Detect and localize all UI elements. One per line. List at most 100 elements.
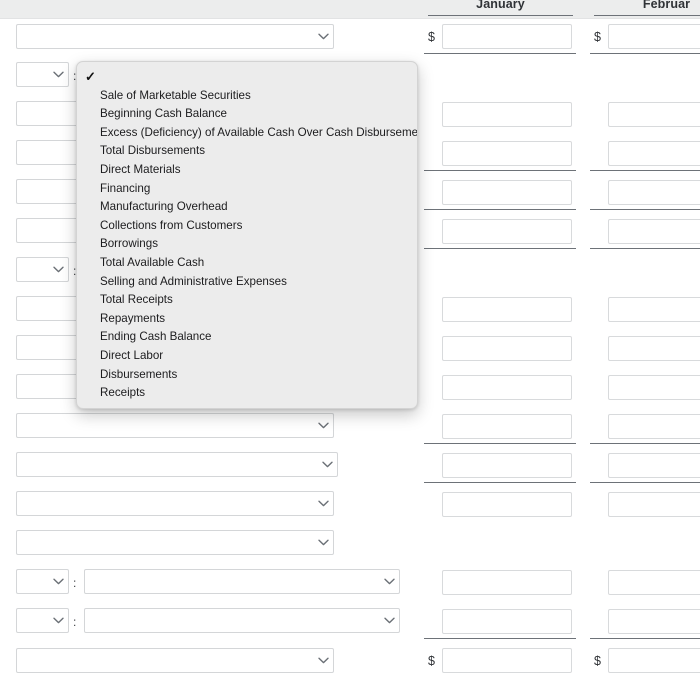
subtotal-rule (424, 209, 576, 210)
subtotal-rule (590, 170, 700, 171)
amount-input-february-row-15[interactable] (608, 570, 700, 595)
dropdown-option[interactable]: Direct Materials (77, 161, 417, 180)
label-select-row-15-account[interactable] (84, 569, 400, 594)
label-select-dropdown-menu[interactable]: ✓ Sale of Marketable Securities Beginning … (76, 61, 418, 409)
amount-input-february-row-13[interactable] (608, 492, 700, 517)
dropdown-option-label: Disbursements (100, 367, 178, 381)
amount-input-february-row-16[interactable] (608, 609, 700, 634)
subtotal-rule (424, 638, 576, 639)
subtotal-rule (424, 443, 576, 444)
dropdown-option[interactable]: Financing (77, 180, 417, 199)
dropdown-option[interactable]: Total Available Cash (77, 254, 417, 273)
amount-input-january-row-1[interactable] (442, 24, 572, 49)
subtotal-rule (590, 482, 700, 483)
amount-input-january-row-16[interactable] (442, 609, 572, 634)
amount-input-january-row-3[interactable] (442, 102, 572, 127)
amount-input-january-row-9[interactable] (442, 336, 572, 361)
row-separator-colon: : (73, 576, 77, 590)
dropdown-option-label: Borrowings (100, 237, 158, 251)
dropdown-option-label: Ending Cash Balance (100, 330, 212, 344)
dropdown-option[interactable]: Borrowings (77, 235, 417, 254)
subtotal-rule (590, 248, 700, 249)
label-select-row-16-account[interactable] (84, 608, 400, 633)
column-header-january: January (476, 0, 525, 11)
dropdown-option[interactable]: Excess (Deficiency) of Available Cash Ov… (77, 124, 417, 143)
dropdown-option-label: Direct Materials (100, 162, 181, 176)
amount-input-january-row-17[interactable] (442, 648, 572, 673)
amount-input-february-row-8[interactable] (608, 297, 700, 322)
subtotal-rule (424, 53, 576, 54)
currency-symbol-february-row-1: $ (594, 30, 601, 44)
dropdown-option[interactable]: Repayments (77, 310, 417, 329)
dropdown-option-label: Repayments (100, 311, 166, 325)
column-header-february: Februar (642, 0, 691, 11)
dropdown-option-label: Financing (100, 181, 151, 195)
amount-input-january-row-10[interactable] (442, 375, 572, 400)
dropdown-option[interactable]: Selling and Administrative Expenses (77, 273, 417, 292)
amount-input-february-row-11[interactable] (608, 414, 700, 439)
budget-worksheet: January Februar : ::: $ $ $ $ ✓ Sale o… (0, 0, 700, 675)
subtotal-rule (590, 209, 700, 210)
amount-input-february-row-6[interactable] (608, 219, 700, 244)
dropdown-option-label: Total Available Cash (100, 255, 205, 269)
dropdown-option[interactable]: Total Disbursements (77, 142, 417, 161)
label-select-row-1[interactable] (16, 24, 334, 49)
label-select-row-16-qualifier[interactable] (16, 608, 69, 633)
amount-input-february-row-9[interactable] (608, 336, 700, 361)
row-separator-colon: : (73, 615, 77, 629)
dropdown-option[interactable]: Manufacturing Overhead (77, 198, 417, 217)
label-select-row-17[interactable] (16, 648, 334, 673)
subtotal-rule (590, 638, 700, 639)
currency-symbol-january-row-1: $ (428, 30, 435, 44)
amount-input-january-row-4[interactable] (442, 141, 572, 166)
dropdown-option[interactable]: ✓ (77, 68, 417, 87)
dropdown-option-label: Receipts (100, 386, 146, 400)
amount-input-february-row-17[interactable] (608, 648, 700, 673)
label-select-row-12[interactable] (16, 452, 338, 477)
amount-input-january-row-15[interactable] (442, 570, 572, 595)
label-select-row-2-qualifier[interactable] (16, 62, 69, 87)
amount-input-january-row-6[interactable] (442, 219, 572, 244)
dropdown-option-label: Beginning Cash Balance (100, 107, 227, 121)
label-select-row-13[interactable] (16, 491, 334, 516)
dropdown-option-label: Direct Labor (100, 348, 164, 362)
dropdown-option[interactable]: Disbursements (77, 366, 417, 385)
label-select-row-15-qualifier[interactable] (16, 569, 69, 594)
subtotal-rule (590, 53, 700, 54)
dropdown-option-label: Total Receipts (100, 293, 173, 307)
dropdown-option[interactable]: Receipts (77, 384, 417, 403)
amount-input-february-row-4[interactable] (608, 141, 700, 166)
dropdown-option[interactable]: Sale of Marketable Securities (77, 87, 417, 106)
dropdown-option[interactable]: Beginning Cash Balance (77, 105, 417, 124)
label-select-row-7-qualifier[interactable] (16, 257, 69, 282)
amount-input-february-row-10[interactable] (608, 375, 700, 400)
dropdown-option-label: Total Disbursements (100, 144, 206, 158)
dropdown-option-label: Collections from Customers (100, 218, 243, 232)
check-icon: ✓ (85, 69, 96, 84)
subtotal-rule (424, 248, 576, 249)
dropdown-option[interactable]: Collections from Customers (77, 217, 417, 236)
dropdown-option-label: Manufacturing Overhead (100, 200, 228, 214)
label-select-row-11[interactable] (16, 413, 334, 438)
amount-input-february-row-5[interactable] (608, 180, 700, 205)
subtotal-rule (590, 443, 700, 444)
amount-input-january-row-11[interactable] (442, 414, 572, 439)
dropdown-option-label: Sale of Marketable Securities (100, 88, 251, 102)
amount-input-january-row-5[interactable] (442, 180, 572, 205)
column-header-rule-january (428, 15, 573, 16)
column-header-rule-february (594, 15, 700, 16)
currency-symbol-january-row-17: $ (428, 654, 435, 668)
subtotal-rule (424, 482, 576, 483)
dropdown-option[interactable]: Direct Labor (77, 347, 417, 366)
amount-input-february-row-1[interactable] (608, 24, 700, 49)
amount-input-january-row-13[interactable] (442, 492, 572, 517)
amount-input-january-row-8[interactable] (442, 297, 572, 322)
dropdown-option-label: Excess (Deficiency) of Available Cash Ov… (100, 125, 418, 139)
amount-input-february-row-12[interactable] (608, 453, 700, 478)
dropdown-option[interactable]: Ending Cash Balance (77, 328, 417, 347)
dropdown-option-label: Selling and Administrative Expenses (100, 274, 287, 288)
amount-input-january-row-12[interactable] (442, 453, 572, 478)
dropdown-option[interactable]: Total Receipts (77, 291, 417, 310)
label-select-row-14[interactable] (16, 530, 334, 555)
amount-input-february-row-3[interactable] (608, 102, 700, 127)
